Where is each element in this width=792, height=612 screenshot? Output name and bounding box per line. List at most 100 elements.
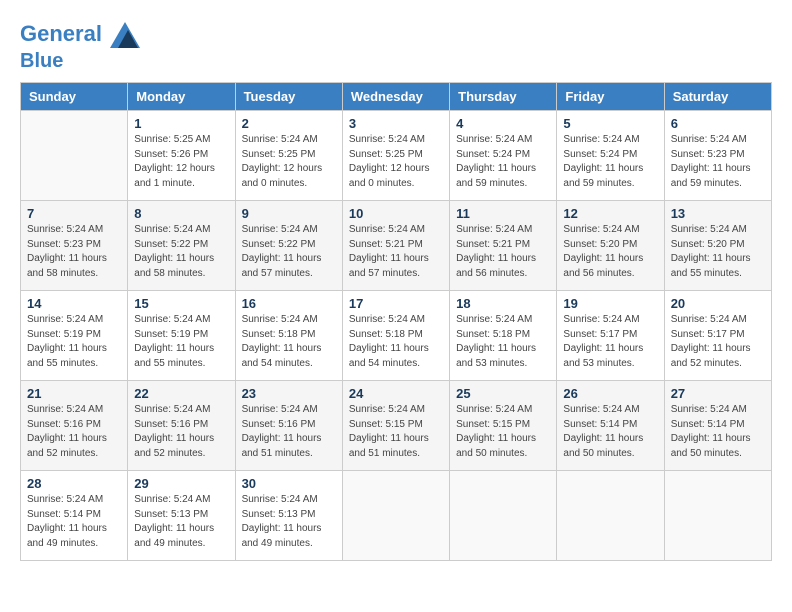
calendar-cell [664,471,771,561]
column-header-sunday: Sunday [21,83,128,111]
day-number: 25 [456,386,550,401]
day-number: 21 [27,386,121,401]
day-number: 14 [27,296,121,311]
day-number: 5 [563,116,657,131]
calendar-cell: 12 Sunrise: 5:24 AMSunset: 5:20 PMDayligh… [557,201,664,291]
calendar-week-5: 28 Sunrise: 5:24 AMSunset: 5:14 PMDayligh… [21,471,772,561]
day-number: 3 [349,116,443,131]
calendar-cell: 29 Sunrise: 5:24 AMSunset: 5:13 PMDayligh… [128,471,235,561]
calendar-cell: 17 Sunrise: 5:24 AMSunset: 5:18 PMDayligh… [342,291,449,381]
day-number: 10 [349,206,443,221]
calendar-cell: 23Sunrise: 5:24 AMSunset: 5:16 PMDayligh… [235,381,342,471]
day-number: 29 [134,476,228,491]
day-info: Sunrise: 5:24 AMSunset: 5:13 PMDaylight:… [134,493,228,551]
page-header: General Blue [20,20,772,72]
calendar-cell: 14 Sunrise: 5:24 AMSunset: 5:19 PMDayligh… [21,291,128,381]
calendar-cell: 21 Sunrise: 5:24 AMSunset: 5:16 PMDayligh… [21,381,128,471]
day-number: 20 [671,296,765,311]
calendar-cell: 2 Sunrise: 5:24 AMSunset: 5:25 PMDaylight… [235,111,342,201]
day-info: Sunrise: 5:24 AMSunset: 5:21 PMDaylight:… [349,223,443,281]
day-info: Sunrise: 5:24 AMSunset: 5:14 PMDaylight:… [671,403,765,461]
calendar-cell [557,471,664,561]
day-info: Sunrise: 5:24 AMSunset: 5:20 PMDaylight:… [671,223,765,281]
day-info: Sunrise: 5:24 AMSunset: 5:19 PMDaylight:… [27,313,121,371]
day-number: 19 [563,296,657,311]
day-info: Sunrise: 5:24 AMSunset: 5:17 PMDaylight:… [671,313,765,371]
calendar-cell: 6Sunrise: 5:24 AMSunset: 5:23 PMDaylight… [664,111,771,201]
day-info: Sunrise: 5:24 AMSunset: 5:16 PMDaylight:… [27,403,121,461]
day-info: Sunrise: 5:24 AMSunset: 5:25 PMDaylight:… [242,133,336,191]
day-number: 8 [134,206,228,221]
calendar-cell: 26 Sunrise: 5:24 AMSunset: 5:14 PMDayligh… [557,381,664,471]
calendar-cell: 1 Sunrise: 5:25 AMSunset: 5:26 PMDaylight… [128,111,235,201]
calendar-cell: 27 Sunrise: 5:24 AMSunset: 5:14 PMDayligh… [664,381,771,471]
day-number: 4 [456,116,550,131]
day-info: Sunrise: 5:24 AMSunset: 5:23 PMDaylight:… [27,223,121,281]
day-info: Sunrise: 5:24 AMSunset: 5:20 PMDaylight:… [563,223,657,281]
day-number: 13 [671,206,765,221]
day-info: Sunrise: 5:24 AMSunset: 5:21 PMDaylight:… [456,223,550,281]
calendar-cell: 15 Sunrise: 5:24 AMSunset: 5:19 PMDayligh… [128,291,235,381]
calendar-cell: 25 Sunrise: 5:24 AMSunset: 5:15 PMDayligh… [450,381,557,471]
day-info: Sunrise: 5:24 AMSunset: 5:18 PMDaylight:… [242,313,336,371]
calendar-cell [450,471,557,561]
calendar-cell: 30Sunrise: 5:24 AMSunset: 5:13 PMDayligh… [235,471,342,561]
calendar-table: SundayMondayTuesdayWednesdayThursdayFrid… [20,82,772,561]
day-number: 7 [27,206,121,221]
calendar-cell: 7 Sunrise: 5:24 AMSunset: 5:23 PMDaylight… [21,201,128,291]
day-number: 26 [563,386,657,401]
day-number: 1 [134,116,228,131]
column-header-friday: Friday [557,83,664,111]
day-info: Sunrise: 5:24 AMSunset: 5:14 PMDaylight:… [27,493,121,551]
day-number: 18 [456,296,550,311]
calendar-cell: 20 Sunrise: 5:24 AMSunset: 5:17 PMDayligh… [664,291,771,381]
logo-text: General [20,20,140,50]
calendar-week-4: 21 Sunrise: 5:24 AMSunset: 5:16 PMDayligh… [21,381,772,471]
calendar-cell: 8 Sunrise: 5:24 AMSunset: 5:22 PMDaylight… [128,201,235,291]
calendar-cell [21,111,128,201]
day-info: Sunrise: 5:24 AMSunset: 5:24 PMDaylight:… [456,133,550,191]
day-info: Sunrise: 5:24 AMSunset: 5:22 PMDaylight:… [242,223,336,281]
day-info: Sunrise: 5:24 AMSunset: 5:15 PMDaylight:… [456,403,550,461]
day-info: Sunrise: 5:24 AMSunset: 5:25 PMDaylight:… [349,133,443,191]
day-info: Sunrise: 5:24 AMSunset: 5:16 PMDaylight:… [242,403,336,461]
calendar-week-1: 1 Sunrise: 5:25 AMSunset: 5:26 PMDaylight… [21,111,772,201]
day-number: 11 [456,206,550,221]
column-header-wednesday: Wednesday [342,83,449,111]
day-info: Sunrise: 5:24 AMSunset: 5:18 PMDaylight:… [456,313,550,371]
calendar-cell: 5 Sunrise: 5:24 AMSunset: 5:24 PMDaylight… [557,111,664,201]
day-info: Sunrise: 5:25 AMSunset: 5:26 PMDaylight:… [134,133,228,191]
calendar-cell: 9 Sunrise: 5:24 AMSunset: 5:22 PMDaylight… [235,201,342,291]
calendar-cell: 10 Sunrise: 5:24 AMSunset: 5:21 PMDayligh… [342,201,449,291]
day-info: Sunrise: 5:24 AMSunset: 5:17 PMDaylight:… [563,313,657,371]
day-info: Sunrise: 5:24 AMSunset: 5:13 PMDaylight:… [242,493,336,551]
day-info: Sunrise: 5:24 AMSunset: 5:19 PMDaylight:… [134,313,228,371]
calendar-cell: 24Sunrise: 5:24 AMSunset: 5:15 PMDayligh… [342,381,449,471]
day-number: 9 [242,206,336,221]
day-number: 27 [671,386,765,401]
day-info: Sunrise: 5:24 AMSunset: 5:18 PMDaylight:… [349,313,443,371]
day-number: 12 [563,206,657,221]
logo-second-line: Blue [20,50,140,72]
calendar-header-row: SundayMondayTuesdayWednesdayThursdayFrid… [21,83,772,111]
day-number: 28 [27,476,121,491]
column-header-monday: Monday [128,83,235,111]
day-info: Sunrise: 5:24 AMSunset: 5:15 PMDaylight:… [349,403,443,461]
day-number: 2 [242,116,336,131]
day-number: 17 [349,296,443,311]
day-info: Sunrise: 5:24 AMSunset: 5:24 PMDaylight:… [563,133,657,191]
calendar-cell: 18 Sunrise: 5:24 AMSunset: 5:18 PMDayligh… [450,291,557,381]
calendar-cell: 16Sunrise: 5:24 AMSunset: 5:18 PMDayligh… [235,291,342,381]
column-header-thursday: Thursday [450,83,557,111]
column-header-saturday: Saturday [664,83,771,111]
day-info: Sunrise: 5:24 AMSunset: 5:14 PMDaylight:… [563,403,657,461]
calendar-week-3: 14 Sunrise: 5:24 AMSunset: 5:19 PMDayligh… [21,291,772,381]
day-info: Sunrise: 5:24 AMSunset: 5:23 PMDaylight:… [671,133,765,191]
day-info: Sunrise: 5:24 AMSunset: 5:16 PMDaylight:… [134,403,228,461]
calendar-cell: 4 Sunrise: 5:24 AMSunset: 5:24 PMDaylight… [450,111,557,201]
column-header-tuesday: Tuesday [235,83,342,111]
day-info: Sunrise: 5:24 AMSunset: 5:22 PMDaylight:… [134,223,228,281]
calendar-cell: 3 Sunrise: 5:24 AMSunset: 5:25 PMDaylight… [342,111,449,201]
calendar-cell: 11 Sunrise: 5:24 AMSunset: 5:21 PMDayligh… [450,201,557,291]
day-number: 15 [134,296,228,311]
